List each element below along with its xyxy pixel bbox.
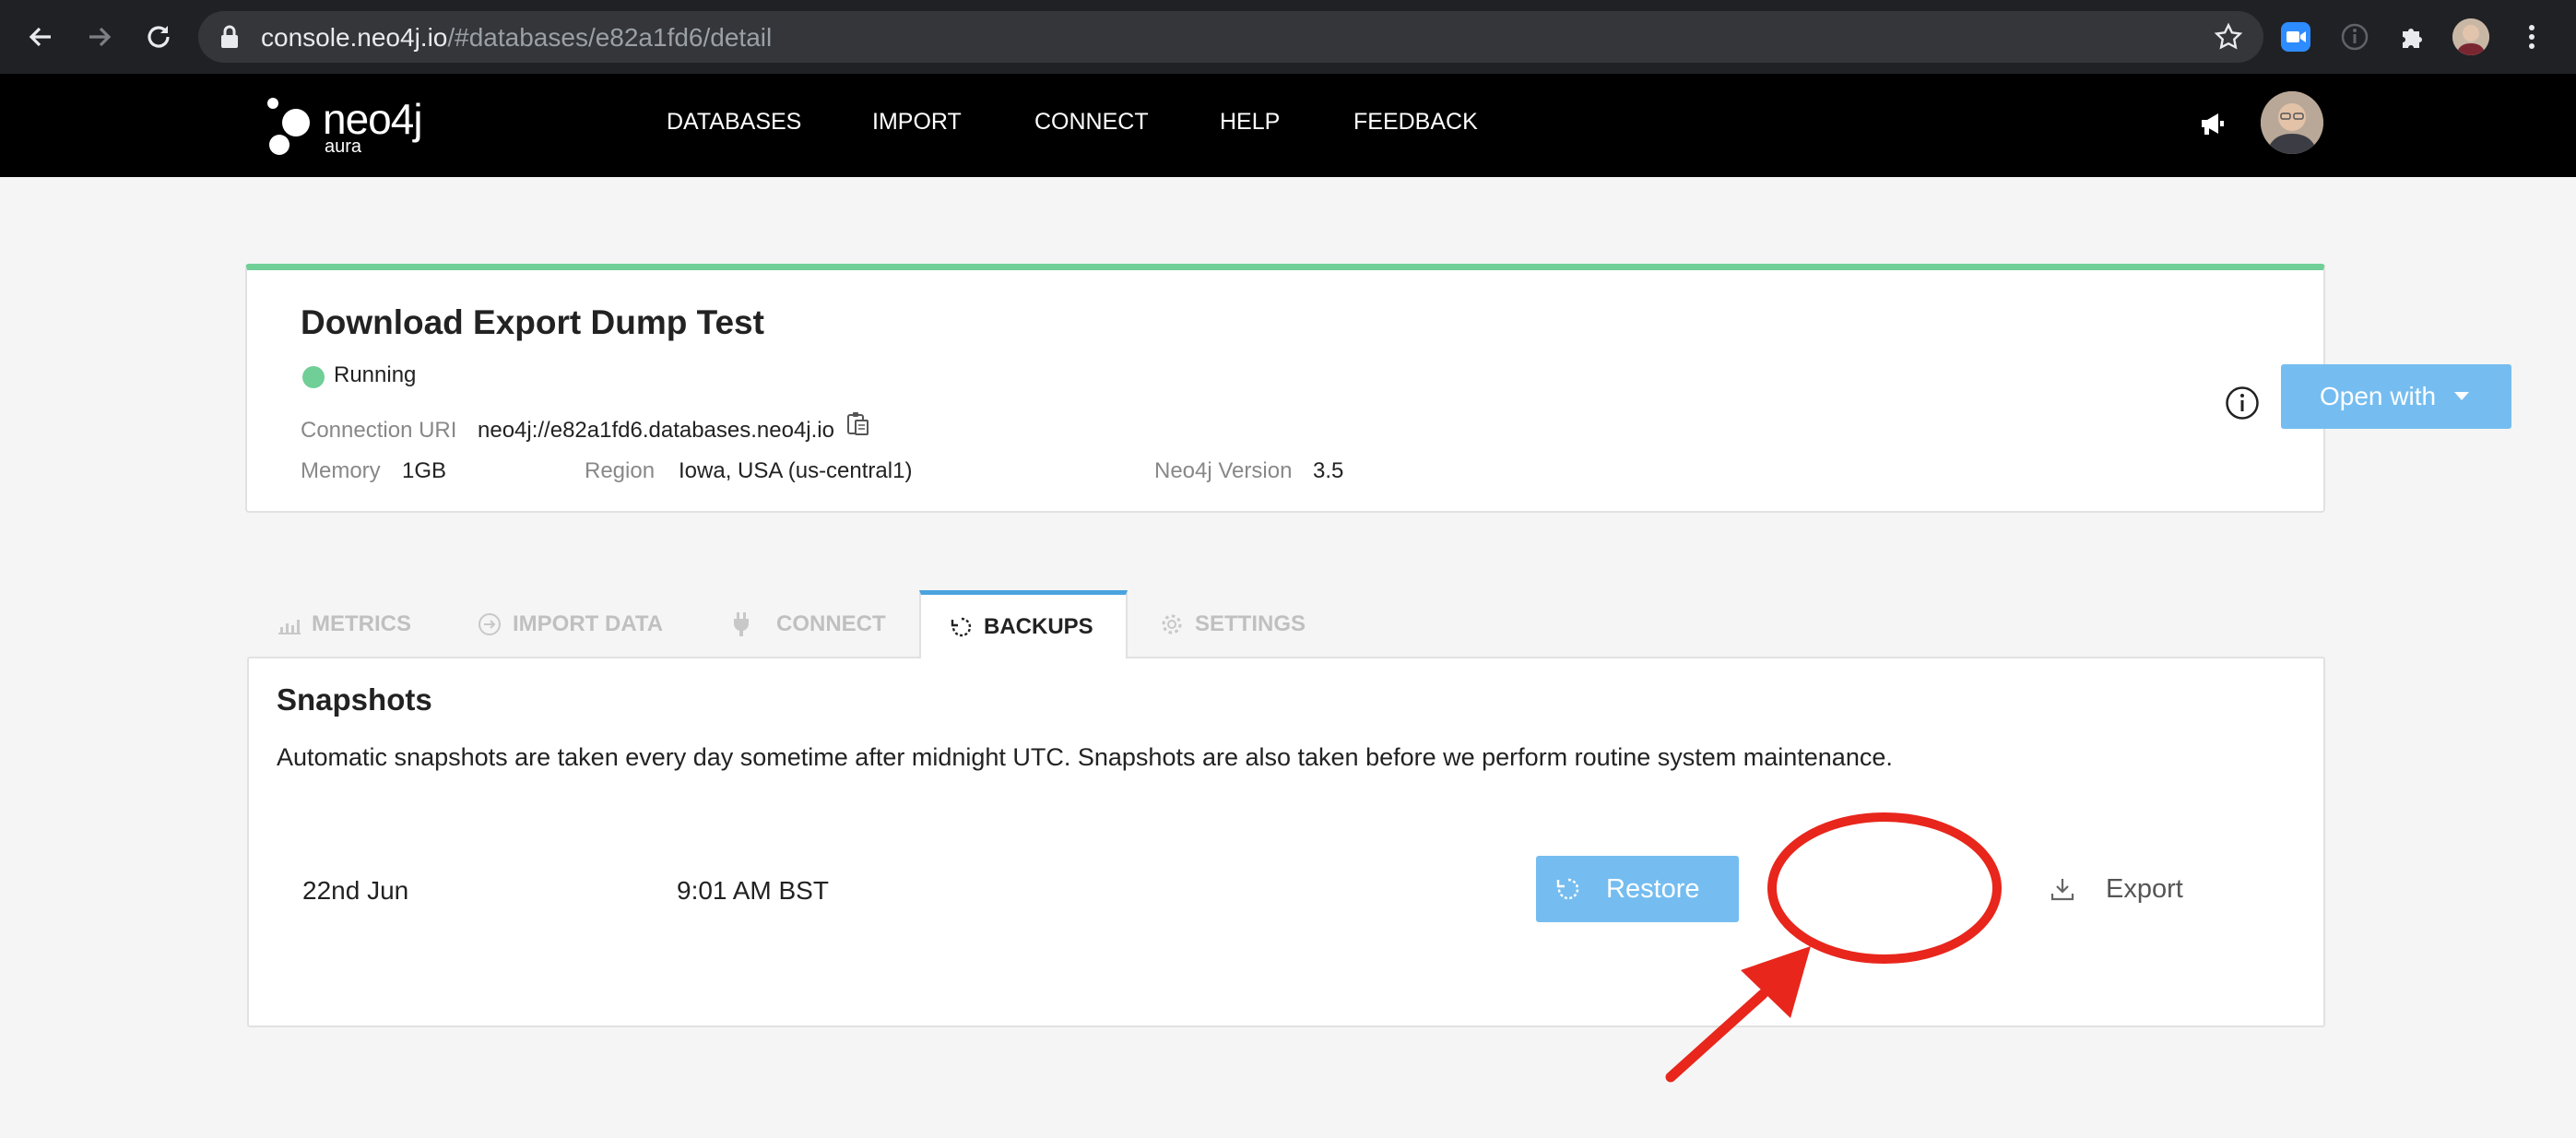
database-summary-card: Download Export Dump Test Running Connec… — [245, 264, 2511, 513]
nav-feedback[interactable]: FEEDBACK — [1353, 109, 1478, 136]
copy-clipboard-icon[interactable] — [845, 410, 870, 443]
lock-icon — [219, 24, 241, 54]
snapshot-date: 22nd Jun — [302, 876, 409, 905]
puzzle-extensions-icon[interactable] — [2392, 17, 2432, 57]
tab-connect-label: CONNECT — [776, 611, 886, 636]
import-icon — [478, 612, 502, 636]
chevron-down-icon — [2454, 392, 2469, 400]
announcements-megaphone-icon[interactable] — [2198, 109, 2227, 143]
status-running-dot — [302, 366, 325, 388]
restore-button[interactable]: Restore — [1536, 856, 1739, 922]
bar-chart-icon — [278, 614, 301, 634]
browser-profile-avatar[interactable] — [2452, 18, 2489, 55]
more-menu-icon[interactable] — [2511, 17, 2552, 57]
memory-value: 1GB — [402, 458, 447, 483]
snapshot-time: 9:01 AM BST — [677, 876, 829, 905]
open-with-button[interactable]: Open with — [2281, 364, 2511, 429]
open-with-label: Open with — [2320, 382, 2437, 410]
tab-connect[interactable]: CONNECT — [732, 590, 886, 658]
tab-import-data[interactable]: IMPORT DATA — [478, 590, 663, 658]
database-title: Download Export Dump Test — [301, 303, 764, 341]
address-bar[interactable]: console.neo4j.io/#databases/e82a1fd6/det… — [198, 11, 2263, 63]
tab-settings[interactable]: SETTINGS — [1160, 590, 1306, 658]
snapshots-heading: Snapshots — [277, 682, 432, 717]
plug-icon — [732, 611, 750, 637]
tab-settings-label: SETTINGS — [1195, 611, 1306, 636]
restore-icon — [1556, 877, 1580, 901]
neo4j-version-value: 3.5 — [1313, 458, 1344, 483]
info-icon[interactable] — [2224, 385, 2261, 426]
export-label: Export — [2106, 873, 2183, 904]
tab-backups-label: BACKUPS — [984, 613, 1093, 639]
download-icon — [2049, 875, 2076, 903]
info-extension-icon[interactable] — [2334, 17, 2375, 57]
tab-backups[interactable]: BACKUPS — [919, 590, 1128, 658]
back-icon[interactable] — [18, 15, 63, 59]
user-avatar[interactable] — [2261, 91, 2323, 154]
nav-connect[interactable]: CONNECT — [1034, 109, 1149, 136]
neo4j-aura-logo[interactable]: neo4j aura — [264, 92, 448, 159]
export-button[interactable]: Export — [2041, 856, 2226, 922]
url-text: console.neo4j.io/#databases/e82a1fd6/det… — [261, 23, 773, 52]
nav-help[interactable]: HELP — [1220, 109, 1280, 136]
database-status: Running — [334, 362, 417, 387]
restore-label: Restore — [1606, 873, 1700, 904]
reload-icon[interactable] — [136, 15, 181, 59]
bookmark-star-icon[interactable] — [2214, 22, 2243, 56]
logo-subtitle: aura — [325, 136, 362, 157]
nav-databases[interactable]: DATABASES — [667, 109, 801, 136]
zoom-extension-icon[interactable] — [2275, 17, 2316, 57]
tab-import-data-label: IMPORT DATA — [513, 611, 664, 636]
backups-panel: Snapshots Automatic snapshots are taken … — [247, 657, 2325, 1027]
browser-toolbar: console.neo4j.io/#databases/e82a1fd6/det… — [0, 0, 2576, 74]
tab-metrics-label: METRICS — [312, 611, 411, 636]
backup-icon — [951, 616, 973, 638]
neo4j-version-label: Neo4j Version — [1154, 458, 1293, 483]
gear-icon — [1160, 612, 1184, 636]
region-value: Iowa, USA (us-central1) — [679, 458, 913, 483]
nav-import[interactable]: IMPORT — [872, 109, 962, 136]
connection-uri-value[interactable]: neo4j://e82a1fd6.databases.neo4j.io — [478, 418, 834, 444]
connection-uri-label: Connection URI — [301, 418, 457, 443]
tab-metrics[interactable]: METRICS — [278, 590, 411, 658]
memory-label: Memory — [301, 458, 381, 483]
forward-icon[interactable] — [77, 15, 122, 59]
snapshots-description: Automatic snapshots are taken every day … — [277, 743, 1893, 771]
region-label: Region — [585, 458, 656, 483]
